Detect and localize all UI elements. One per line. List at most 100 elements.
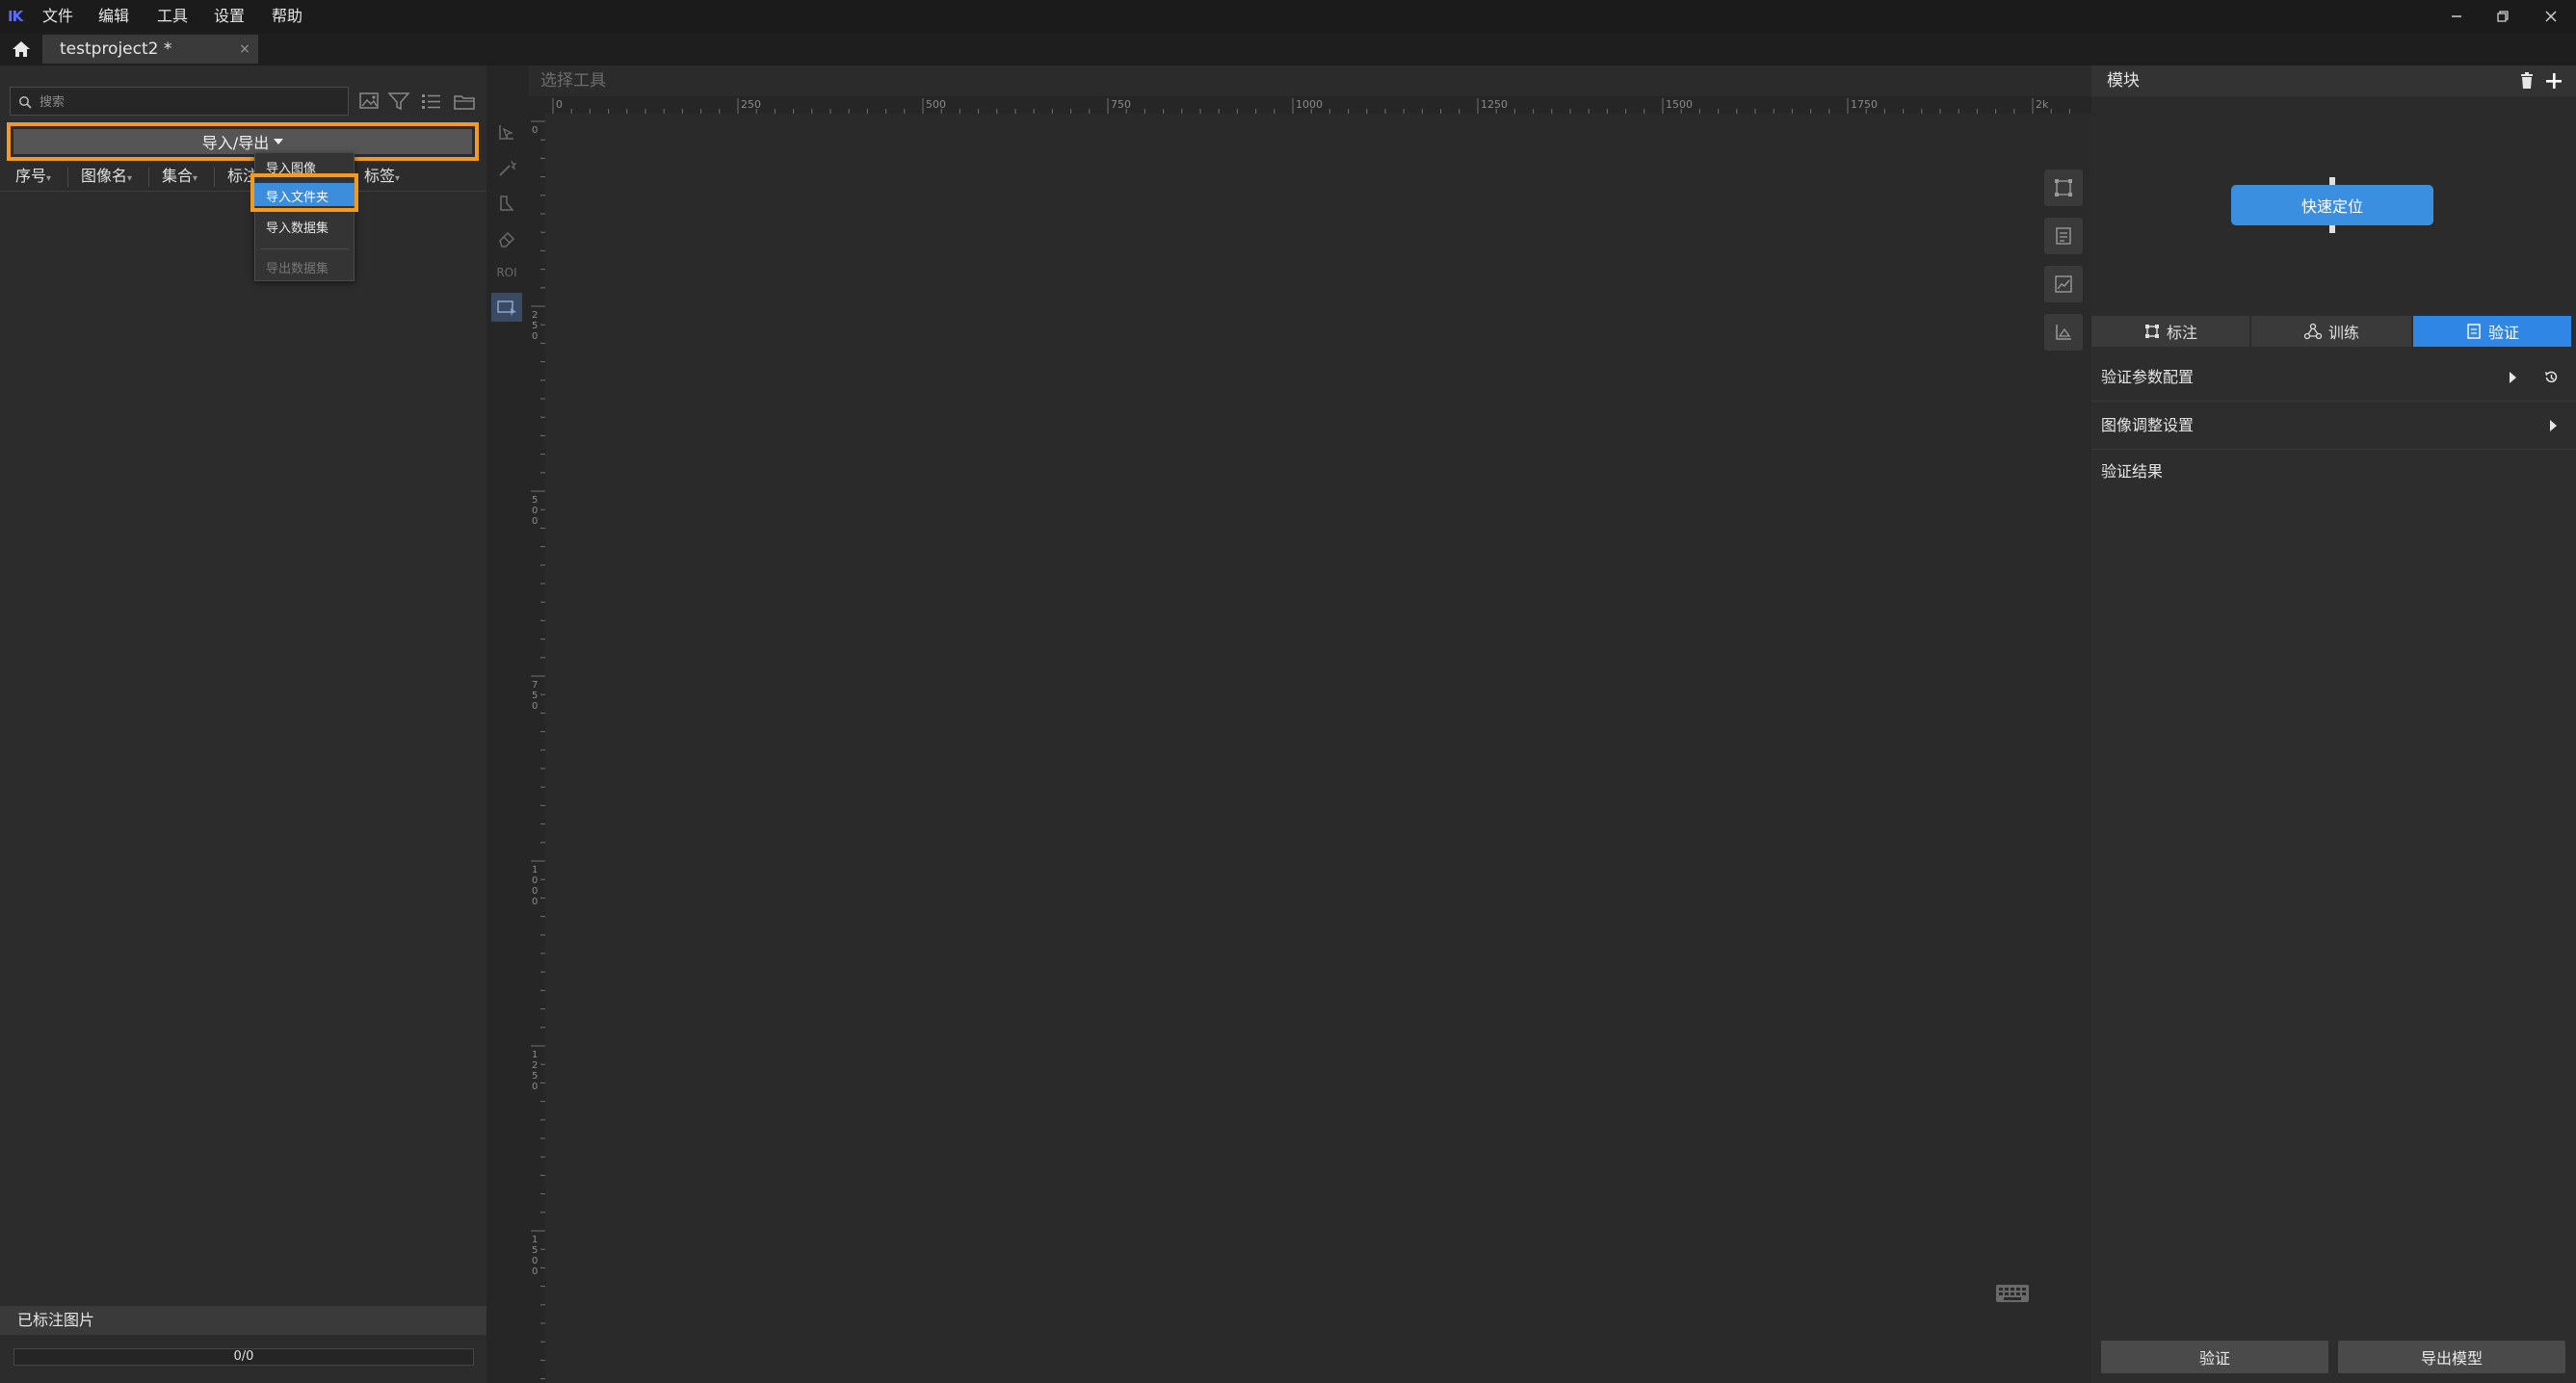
image-canvas[interactable]: [545, 114, 2091, 1383]
dropdown-divider: [260, 248, 349, 249]
menu-help[interactable]: 帮助: [272, 0, 302, 33]
settings-list-button[interactable]: [451, 89, 478, 114]
labeled-images-bar: 已标注图片: [0, 1306, 486, 1335]
mask-icon: [2056, 325, 2071, 340]
history-icon[interactable]: [2542, 369, 2560, 386]
home-button[interactable]: [10, 39, 33, 60]
tool-polygon[interactable]: [491, 189, 522, 218]
bounding-box-icon: [2144, 325, 2159, 338]
close-window-button[interactable]: [2528, 0, 2574, 33]
ruler-label: 1000: [1296, 98, 1323, 111]
ruler-top-ticks: 0 250 500 750 1000 1250 1500 1750 2k: [552, 98, 2070, 114]
tab-train[interactable]: 训练: [2251, 316, 2411, 347]
column-index[interactable]: 序号▾: [15, 162, 51, 191]
ruler-label: 0: [532, 701, 538, 712]
list-icon: [422, 94, 440, 109]
ruler-top: 0 250 500 750 1000 1250 1500 1750 2k: [545, 96, 2091, 114]
keyboard-shortcuts-button[interactable]: [1992, 1275, 2033, 1312]
roi-label: ROI: [496, 266, 517, 279]
search-input[interactable]: [38, 90, 330, 115]
image-filter-button[interactable]: [356, 89, 383, 114]
ruler-label: 1750: [1851, 98, 1878, 111]
tool-roi[interactable]: ROI: [491, 258, 522, 287]
polygon-tool-icon: [500, 196, 514, 211]
labeled-images-label: 已标注图片: [17, 1311, 95, 1329]
tool-eraser[interactable]: [491, 223, 522, 252]
plus-icon: [2546, 73, 2562, 89]
image-list-panel: [0, 65, 486, 1383]
title-bar: [0, 0, 2576, 33]
section-verify-results: 验证结果: [2091, 451, 2576, 493]
node-output-port[interactable]: [2329, 225, 2335, 233]
node-input-port[interactable]: [2329, 177, 2335, 185]
home-icon: [13, 41, 30, 57]
image-table-header: 序号▾ 图像名▾ 集合▾ 标注▾ 标签▾: [0, 162, 486, 192]
section-image-adjust[interactable]: 图像调整设置: [2091, 403, 2576, 450]
notes-view-button[interactable]: [2044, 218, 2083, 254]
dropdown-import-dataset[interactable]: 导入数据集: [266, 218, 329, 236]
chevron-right-icon: [2550, 420, 2557, 431]
tab-annotate[interactable]: 标注: [2091, 316, 2249, 347]
ruler-label: 0: [532, 886, 538, 897]
column-image-name[interactable]: 图像名▾: [81, 162, 132, 191]
tab-verify[interactable]: 验证: [2413, 316, 2571, 347]
ruler-label: 0: [532, 1256, 538, 1266]
ruler-label: 0: [532, 1266, 538, 1277]
filter-icon: [387, 92, 410, 111]
tool-magic-wand[interactable]: [491, 154, 522, 183]
ruler-label: 750: [1111, 98, 1131, 111]
module-title: 模块: [2107, 71, 2140, 91]
roi-rect-icon: [497, 300, 516, 317]
menu-tools[interactable]: 工具: [157, 0, 188, 33]
annotate-view-button[interactable]: [2044, 170, 2083, 206]
labeled-progress-bar: 0/0: [13, 1348, 474, 1366]
export-model-button[interactable]: 导出模型: [2338, 1341, 2565, 1373]
mask-view-button[interactable]: [2044, 314, 2083, 351]
add-module-button[interactable]: [2544, 71, 2565, 92]
chart-icon: [2055, 275, 2072, 293]
search-box[interactable]: [10, 87, 349, 116]
ruler-label: 5: [532, 691, 538, 701]
column-set[interactable]: 集合▾: [162, 162, 197, 191]
column-divider: [214, 168, 215, 187]
project-tab-title: testproject2 *: [60, 39, 172, 59]
ruler-label: 5: [532, 495, 538, 506]
progress-text: 0/0: [233, 1349, 254, 1364]
ruler-label: 0: [532, 516, 538, 527]
column-tag[interactable]: 标签▾: [364, 162, 400, 191]
ruler-label: 1500: [1666, 98, 1693, 111]
quick-locate-node[interactable]: 快速定位: [2231, 185, 2433, 225]
verify-button[interactable]: 验证: [2101, 1341, 2328, 1373]
section-image-adjust-label: 图像调整设置: [2101, 416, 2195, 434]
tab-train-label: 训练: [2327, 324, 2359, 342]
ruler-label: 5: [532, 1071, 538, 1082]
minimize-button[interactable]: [2433, 0, 2480, 33]
ruler-left-ticks: 0250500750100012501500: [531, 120, 545, 1380]
tool-select[interactable]: [491, 117, 522, 146]
ruler-left: 0250500750100012501500: [529, 114, 545, 1383]
restore-icon: [2497, 11, 2509, 22]
menu-edit[interactable]: 编辑: [98, 0, 129, 33]
delete-module-button[interactable]: [2517, 71, 2538, 92]
tool-roi-rect[interactable]: [491, 293, 522, 322]
restore-button[interactable]: [2480, 0, 2526, 33]
keyboard-icon: [1996, 1285, 2029, 1302]
magic-wand-icon: [499, 160, 517, 176]
close-icon: [2545, 11, 2557, 22]
ruler-label: 0: [532, 875, 538, 886]
chart-view-button[interactable]: [2044, 266, 2083, 302]
bounding-box-icon: [2055, 179, 2072, 196]
project-tab[interactable]: testproject2 * ×: [42, 35, 258, 64]
menu-file[interactable]: 文件: [42, 0, 73, 33]
filter-button[interactable]: [385, 89, 412, 114]
tab-close-button[interactable]: ×: [235, 35, 254, 64]
select-tool-icon: [499, 125, 513, 141]
list-view-button[interactable]: [418, 89, 445, 114]
canvas-header: 选择工具: [529, 65, 2091, 96]
menu-settings[interactable]: 设置: [214, 0, 245, 33]
ruler-label: 1: [532, 1050, 538, 1060]
app-logo: IK: [8, 8, 23, 25]
ruler-label: 0: [532, 506, 538, 516]
section-verify-params[interactable]: 验证参数配置: [2091, 354, 2576, 402]
module-header: 模块: [2091, 65, 2576, 96]
